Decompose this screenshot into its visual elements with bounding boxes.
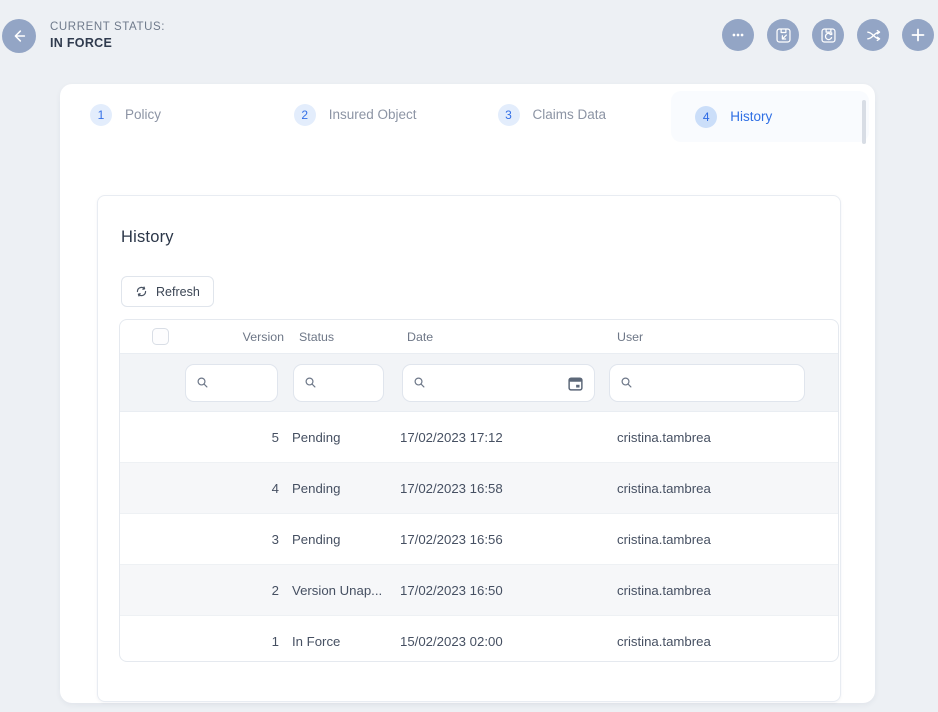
cell-status: In Force xyxy=(284,634,383,649)
save-sync-icon xyxy=(819,26,838,45)
tab-insured-object[interactable]: 2 Insured Object xyxy=(264,84,468,145)
back-button[interactable] xyxy=(2,19,36,53)
table-row[interactable]: 5 Pending 17/02/2023 17:12 cristina.tamb… xyxy=(120,412,838,462)
search-icon xyxy=(304,376,317,389)
table-row[interactable]: 2 Version Unap... 17/02/2023 16:50 crist… xyxy=(120,564,838,615)
tab-number-badge: 2 xyxy=(294,104,316,126)
cell-version: 3 xyxy=(184,532,284,547)
version-filter-field[interactable] xyxy=(215,375,277,390)
toolbar xyxy=(722,19,934,51)
cell-date: 17/02/2023 16:58 xyxy=(383,481,592,496)
column-header-version: Version xyxy=(184,330,284,344)
cell-status: Pending xyxy=(284,481,383,496)
cell-status: Version Unap... xyxy=(284,583,383,598)
user-filter-input[interactable] xyxy=(609,364,805,402)
history-card: History Refresh xyxy=(97,195,841,702)
table-row[interactable]: 4 Pending 17/02/2023 16:58 cristina.tamb… xyxy=(120,462,838,513)
tab-number-badge: 3 xyxy=(498,104,520,126)
tab-label: Claims Data xyxy=(533,107,607,122)
ellipsis-icon xyxy=(729,26,747,44)
screen: CURRENT STATUS: IN FORCE xyxy=(0,0,938,712)
current-status: CURRENT STATUS: IN FORCE xyxy=(50,21,165,50)
refresh-label: Refresh xyxy=(156,285,200,299)
search-icon xyxy=(620,376,633,389)
select-all-checkbox[interactable] xyxy=(152,328,169,345)
tab-claims-data[interactable]: 3 Claims Data xyxy=(468,84,672,145)
tab-history[interactable]: 4 History xyxy=(671,91,869,142)
cell-version: 5 xyxy=(184,430,284,445)
shuffle-icon xyxy=(864,26,883,45)
version-filter-input[interactable] xyxy=(185,364,278,402)
date-filter-input[interactable] xyxy=(402,364,595,402)
save-sync-button[interactable] xyxy=(812,19,844,51)
status-label: CURRENT STATUS: xyxy=(50,21,165,33)
table-filter-row xyxy=(120,353,838,412)
column-header-status: Status xyxy=(284,330,383,344)
save-export-button[interactable] xyxy=(767,19,799,51)
table-row[interactable]: 1 In Force 15/02/2023 02:00 cristina.tam… xyxy=(120,615,838,662)
cell-date: 17/02/2023 17:12 xyxy=(383,430,592,445)
arrow-left-icon xyxy=(10,27,28,45)
tab-number-badge: 4 xyxy=(695,106,717,128)
status-filter-field[interactable] xyxy=(323,375,383,390)
search-icon xyxy=(413,376,426,389)
refresh-button[interactable]: Refresh xyxy=(121,276,214,307)
add-button[interactable] xyxy=(902,19,934,51)
card-title: History xyxy=(121,228,174,247)
save-export-icon xyxy=(774,26,793,45)
tab-number-badge: 1 xyxy=(90,104,112,126)
cell-version: 1 xyxy=(184,634,284,649)
status-filter-input[interactable] xyxy=(293,364,384,402)
cell-date: 17/02/2023 16:56 xyxy=(383,532,592,547)
table-header-row: Version Status Date User xyxy=(120,320,838,353)
column-header-user: User xyxy=(592,330,838,344)
history-table: Version Status Date User xyxy=(119,319,839,662)
cell-user: cristina.tambrea xyxy=(592,430,838,445)
more-actions-button[interactable] xyxy=(722,19,754,51)
cell-version: 4 xyxy=(184,481,284,496)
user-filter-field[interactable] xyxy=(639,375,804,390)
cell-user: cristina.tambrea xyxy=(592,634,838,649)
cell-status: Pending xyxy=(284,430,383,445)
tab-label: History xyxy=(730,109,772,124)
cell-date: 17/02/2023 16:50 xyxy=(383,583,592,598)
tab-label: Insured Object xyxy=(329,107,417,122)
plus-icon xyxy=(908,25,928,45)
refresh-icon xyxy=(135,285,148,298)
tab-label: Policy xyxy=(125,107,161,122)
cell-user: cristina.tambrea xyxy=(592,583,838,598)
column-header-date: Date xyxy=(383,330,592,344)
search-icon xyxy=(196,376,209,389)
tab-bar: 1 Policy 2 Insured Object 3 Claims Data … xyxy=(60,84,875,145)
table-row[interactable]: 3 Pending 17/02/2023 16:56 cristina.tamb… xyxy=(120,513,838,564)
main-panel: 1 Policy 2 Insured Object 3 Claims Data … xyxy=(60,84,875,703)
cell-date: 15/02/2023 02:00 xyxy=(383,634,592,649)
cell-version: 2 xyxy=(184,583,284,598)
tab-scrollbar-thumb[interactable] xyxy=(862,100,866,144)
cell-user: cristina.tambrea xyxy=(592,481,838,496)
calendar-icon[interactable] xyxy=(567,375,584,392)
cell-user: cristina.tambrea xyxy=(592,532,838,547)
status-value: IN FORCE xyxy=(50,36,165,50)
cell-status: Pending xyxy=(284,532,383,547)
shuffle-button[interactable] xyxy=(857,19,889,51)
tab-policy[interactable]: 1 Policy xyxy=(60,84,264,145)
